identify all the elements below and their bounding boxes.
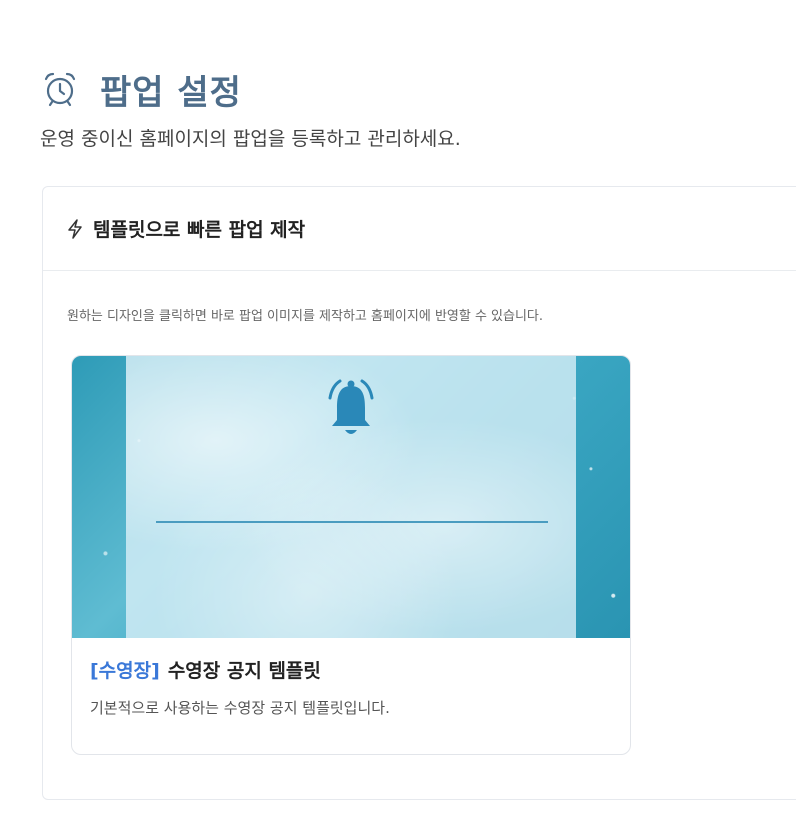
template-panel-title: 템플릿으로 빠른 팝업 제작 [93,219,306,241]
popup-settings-page: 팝업 설정 운영 중이신 홈페이지의 팝업을 등록하고 관리하세요. 템플릿으로… [0,0,796,836]
template-card-title-text: 수영장 공지 템플릿 [167,660,321,682]
thumbnail-divider [156,521,548,523]
page-header: 팝업 설정 운영 중이신 홈페이지의 팝업을 등록하고 관리하세요. [40,64,461,151]
title-row: 팝업 설정 [40,64,461,114]
template-card-thumbnail [72,356,630,638]
template-card-tag: [수영장] [90,660,160,682]
page-title: 팝업 설정 [100,72,242,113]
template-card-description: 기본적으로 사용하는 수영장 공지 템플릿입니다. [90,699,390,717]
template-card-pool-notice[interactable]: [수영장] 수영장 공지 템플릿 기본적으로 사용하는 수영장 공지 템플릿입니다… [71,355,631,755]
template-card-title: [수영장] 수영장 공지 템플릿 [90,656,612,683]
template-panel-header: 템플릿으로 빠른 팝업 제작 [43,187,796,271]
lightning-bolt-icon [67,218,87,240]
template-panel: 템플릿으로 빠른 팝업 제작 원하는 디자인을 클릭하면 바로 팝업 이미지를 … [42,186,796,800]
template-card-body: [수영장] 수영장 공지 템플릿 기본적으로 사용하는 수영장 공지 템플릿입니다… [72,638,630,718]
alarm-clock-icon [40,69,80,109]
template-panel-description: 원하는 디자인을 클릭하면 바로 팝업 이미지를 제작하고 홈페이지에 반영할 … [67,309,544,324]
bell-icon [320,376,382,442]
page-subtitle: 운영 중이신 홈페이지의 팝업을 등록하고 관리하세요. [40,128,461,150]
